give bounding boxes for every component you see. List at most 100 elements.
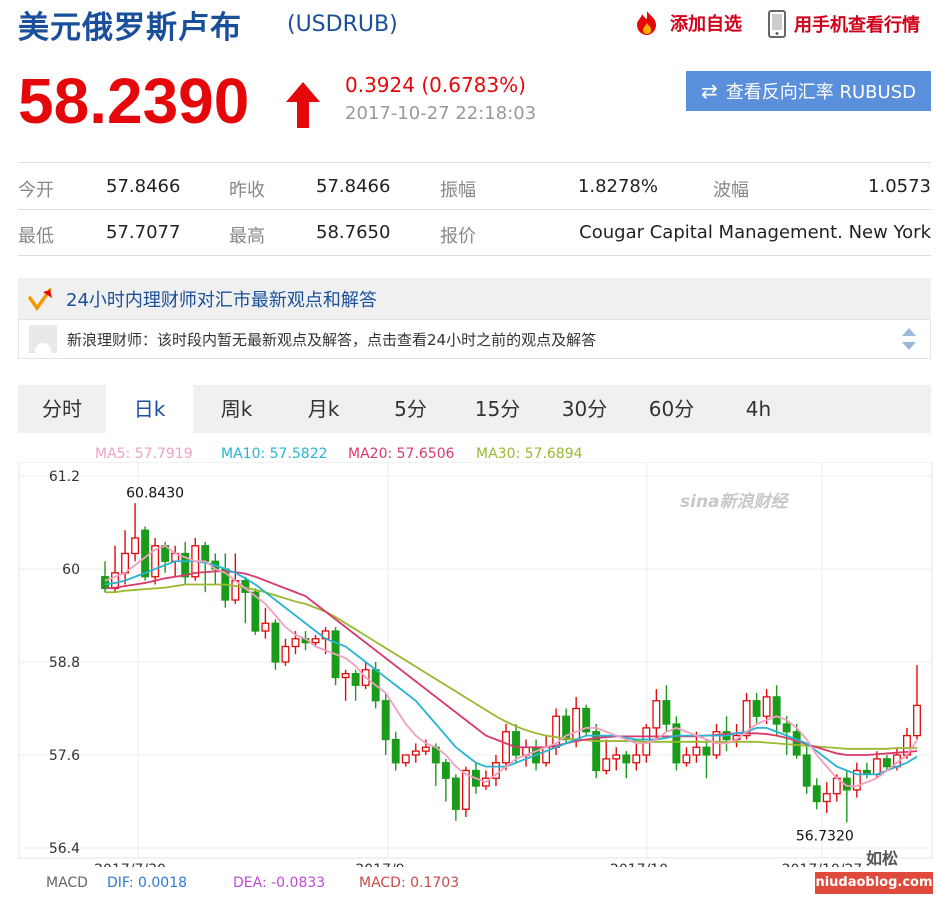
plot-border xyxy=(18,462,933,859)
candle-body xyxy=(692,746,701,756)
macd-label: MACD xyxy=(46,875,88,891)
candle-body xyxy=(461,769,470,810)
divider xyxy=(18,255,931,256)
divider xyxy=(18,162,931,163)
amplitude-label: 振幅 xyxy=(440,180,476,201)
candle-body xyxy=(341,672,350,679)
prev-close-value: 57.8466 xyxy=(316,176,391,197)
candle-body xyxy=(752,700,761,717)
candle-body xyxy=(822,793,831,803)
candle-body xyxy=(381,700,390,741)
candle-body xyxy=(441,762,450,779)
period-tabs: 分时 日k 周k 月k 5分 15分 30分 60分 4h xyxy=(18,385,931,433)
ma5-legend: MA5: 57.7919 xyxy=(95,446,193,462)
mobile-view-button[interactable]: 用手机查看行情 xyxy=(768,10,920,38)
flame-icon xyxy=(637,11,656,35)
candle-body xyxy=(512,731,520,756)
symbol-code: (USDRUB) xyxy=(287,12,398,37)
candle-body xyxy=(391,738,400,764)
tab-1[interactable]: 日k xyxy=(106,385,193,433)
candle-body xyxy=(913,704,921,737)
price-change: 0.3924 (0.6783%) xyxy=(345,73,526,97)
watermark-name: 如松 xyxy=(866,849,899,868)
low-label: 最低 xyxy=(18,226,54,247)
tab-8[interactable]: 4h xyxy=(715,385,802,433)
y-tick-label: 61.2 xyxy=(49,469,80,485)
amplitude-value: 1.8278% xyxy=(577,176,658,197)
tab-2[interactable]: 周k xyxy=(193,385,280,433)
experts-title: 24小时内理财师对汇市最新观点和解答 xyxy=(66,289,377,311)
candle-body xyxy=(872,758,881,776)
quote-source-value: Cougar Capital Management. New York xyxy=(579,222,931,243)
candle-body xyxy=(632,754,641,764)
chevron-down-icon[interactable] xyxy=(902,342,916,350)
candle-body xyxy=(421,746,430,752)
candle-body xyxy=(201,545,210,562)
candle-body xyxy=(451,777,460,810)
add-watchlist-button[interactable]: 添加自选 xyxy=(632,10,742,36)
candle-body xyxy=(271,622,280,663)
open-value: 57.8466 xyxy=(106,176,181,197)
experts-header[interactable]: 24小时内理财师对汇市最新观点和解答 xyxy=(18,278,931,319)
candle-body xyxy=(281,645,290,663)
candle-body xyxy=(782,723,791,733)
candle-body xyxy=(612,754,621,760)
high-label: 最高 xyxy=(229,226,265,247)
sina-watermark: sina新浪财经 xyxy=(680,492,790,512)
open-label: 今开 xyxy=(18,180,54,201)
quote-timestamp: 2017-10-27 22:18:03 xyxy=(345,103,537,124)
tab-3[interactable]: 月k xyxy=(280,385,367,433)
ma20-legend: MA20: 57.6506 xyxy=(348,446,455,462)
volatility-value: 1.0573 xyxy=(868,176,931,197)
tab-7[interactable]: 60分 xyxy=(628,385,715,433)
macd-legend: MACD: 0.1703 xyxy=(359,875,460,891)
candle-body xyxy=(882,758,891,768)
tab-0[interactable]: 分时 xyxy=(18,385,106,433)
page-title: 美元俄罗斯卢布 xyxy=(18,10,242,46)
candle-body xyxy=(672,723,681,764)
volatility-label: 波幅 xyxy=(713,180,749,201)
candle-body xyxy=(652,700,661,729)
candle-body xyxy=(291,638,300,648)
arrow-up-icon xyxy=(286,82,320,128)
ma30-line xyxy=(105,583,917,750)
chevron-up-icon[interactable] xyxy=(902,328,916,336)
phone-icon xyxy=(768,10,786,38)
y-tick-label: 56.4 xyxy=(49,841,80,857)
trend-check-icon xyxy=(28,287,52,311)
x-tick-label: 2017/10/27 xyxy=(782,862,863,867)
candle-body xyxy=(502,731,510,764)
tab-4[interactable]: 5分 xyxy=(367,385,454,433)
tab-5[interactable]: 15分 xyxy=(454,385,541,433)
candle-body xyxy=(141,529,150,578)
experts-message: 新浪理财师：该时段内暂无最新观点及解答，点击查看24小时之前的观点及解答 xyxy=(67,330,597,349)
candle-body xyxy=(351,672,360,686)
candlestick-chart[interactable]: 61.2 60 58.8 57.6 56.4 2017/7/30 2017/9 2017/10… xyxy=(0,462,938,867)
experts-answer-row[interactable]: 新浪理财师：该时段内暂无最新观点及解答，点击查看24小时之前的观点及解答 xyxy=(18,319,931,359)
candle-body xyxy=(311,638,320,644)
x-tick-label: 2017/10 xyxy=(610,862,668,867)
candle-body xyxy=(812,785,821,803)
candle-body xyxy=(802,754,811,787)
high-value: 58.7650 xyxy=(316,222,391,243)
reverse-rate-button[interactable]: ⇄ 查看反向汇率 RUBUSD xyxy=(686,71,931,111)
mobile-view-label: 用手机查看行情 xyxy=(794,15,920,36)
min-annotation: 56.7320 xyxy=(796,828,854,844)
dea-legend: DEA: -0.0833 xyxy=(233,875,326,891)
candle-body xyxy=(792,731,801,756)
watermark-site: niudaoblog.com xyxy=(815,872,933,894)
dif-legend: DIF: 0.0018 xyxy=(107,875,188,891)
candle-body xyxy=(401,754,410,764)
divider xyxy=(18,209,931,210)
current-price: 58.2390 xyxy=(18,65,250,137)
candle-body xyxy=(131,537,140,555)
scroll-arrows[interactable] xyxy=(902,328,916,350)
candle-body xyxy=(572,707,581,741)
candle-body xyxy=(662,700,671,725)
candle-body xyxy=(622,754,631,764)
low-value: 57.7077 xyxy=(106,222,181,243)
x-tick-label: 2017/7/30 xyxy=(94,862,166,867)
y-tick-label: 58.8 xyxy=(49,655,80,671)
candle-body xyxy=(702,746,711,756)
tab-6[interactable]: 30分 xyxy=(541,385,628,433)
